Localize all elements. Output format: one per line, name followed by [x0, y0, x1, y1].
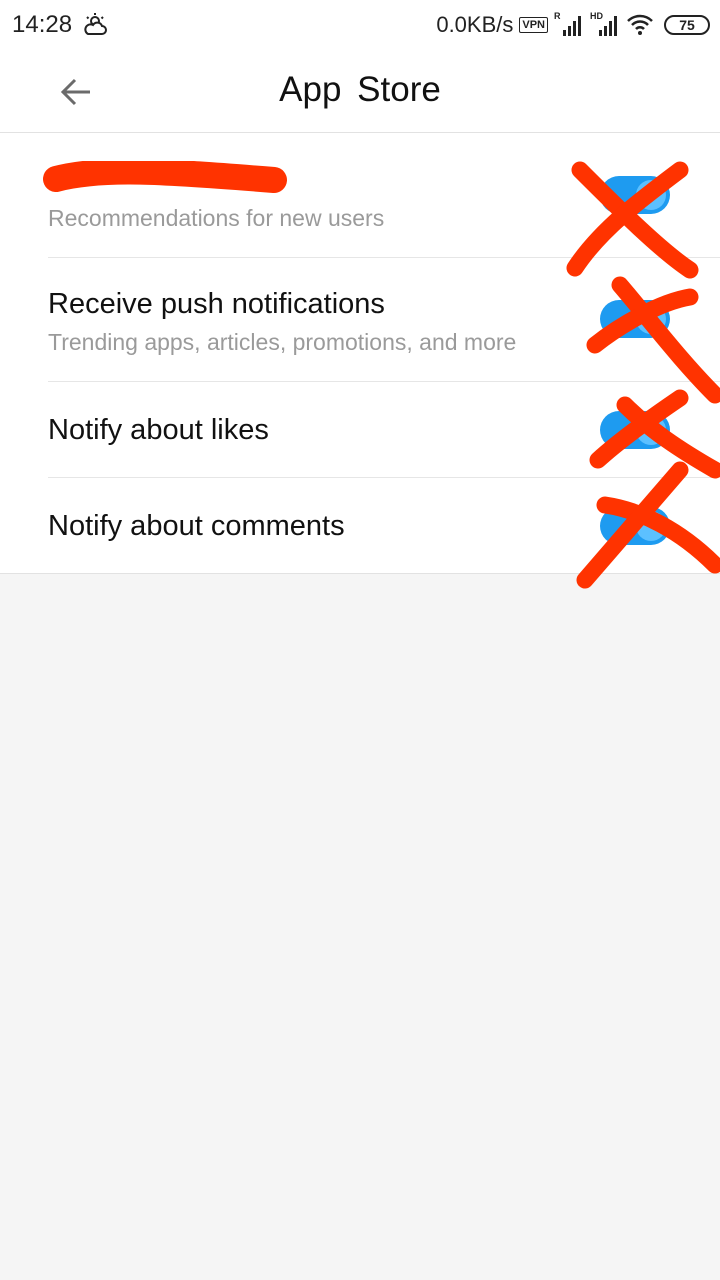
- setting-row-comments[interactable]: Notify about comments: [0, 477, 720, 573]
- network-speed: 0.0KB/s: [436, 12, 514, 37]
- app-bar: App Store: [0, 50, 720, 133]
- status-bar: 14:28 0.0KB/s VPN R HD 75: [0, 0, 720, 50]
- status-time: 14:28: [12, 11, 73, 38]
- likes-toggle[interactable]: [600, 411, 670, 449]
- settings-list: Recommendations for new users Receive pu…: [0, 133, 720, 574]
- hd-signal-icon: HD: [590, 11, 620, 38]
- page-title: App Store: [279, 70, 441, 109]
- cloud-sun-icon: [84, 13, 107, 35]
- setting-title: Receive push notifications: [48, 288, 385, 320]
- vpn-badge: VPN: [519, 17, 548, 33]
- redaction-scribble: [43, 161, 287, 193]
- comments-toggle[interactable]: [600, 507, 670, 545]
- status-icons: 0.0KB/s VPN R HD 75: [436, 10, 710, 40]
- setting-row-likes[interactable]: Notify about likes: [0, 381, 720, 477]
- setting-title: Notify about likes: [48, 414, 269, 446]
- cellular-signal-icon: R: [554, 11, 584, 38]
- toggle-knob: [636, 304, 666, 334]
- push-notifications-toggle[interactable]: [600, 300, 670, 338]
- wifi-icon: [627, 14, 653, 35]
- setting-title: Notify about comments: [48, 510, 345, 542]
- battery-icon: 75: [664, 15, 710, 35]
- toggle-knob: [636, 511, 666, 541]
- setting-subtitle: Recommendations for new users: [48, 205, 385, 231]
- toggle-knob: [636, 415, 666, 445]
- setting-subtitle: Trending apps, articles, promotions, and…: [48, 329, 517, 355]
- toggle-knob: [636, 180, 666, 210]
- setting-row-push-notifications[interactable]: Receive push notifications Trending apps…: [0, 257, 720, 381]
- recommendations-toggle[interactable]: [600, 176, 670, 214]
